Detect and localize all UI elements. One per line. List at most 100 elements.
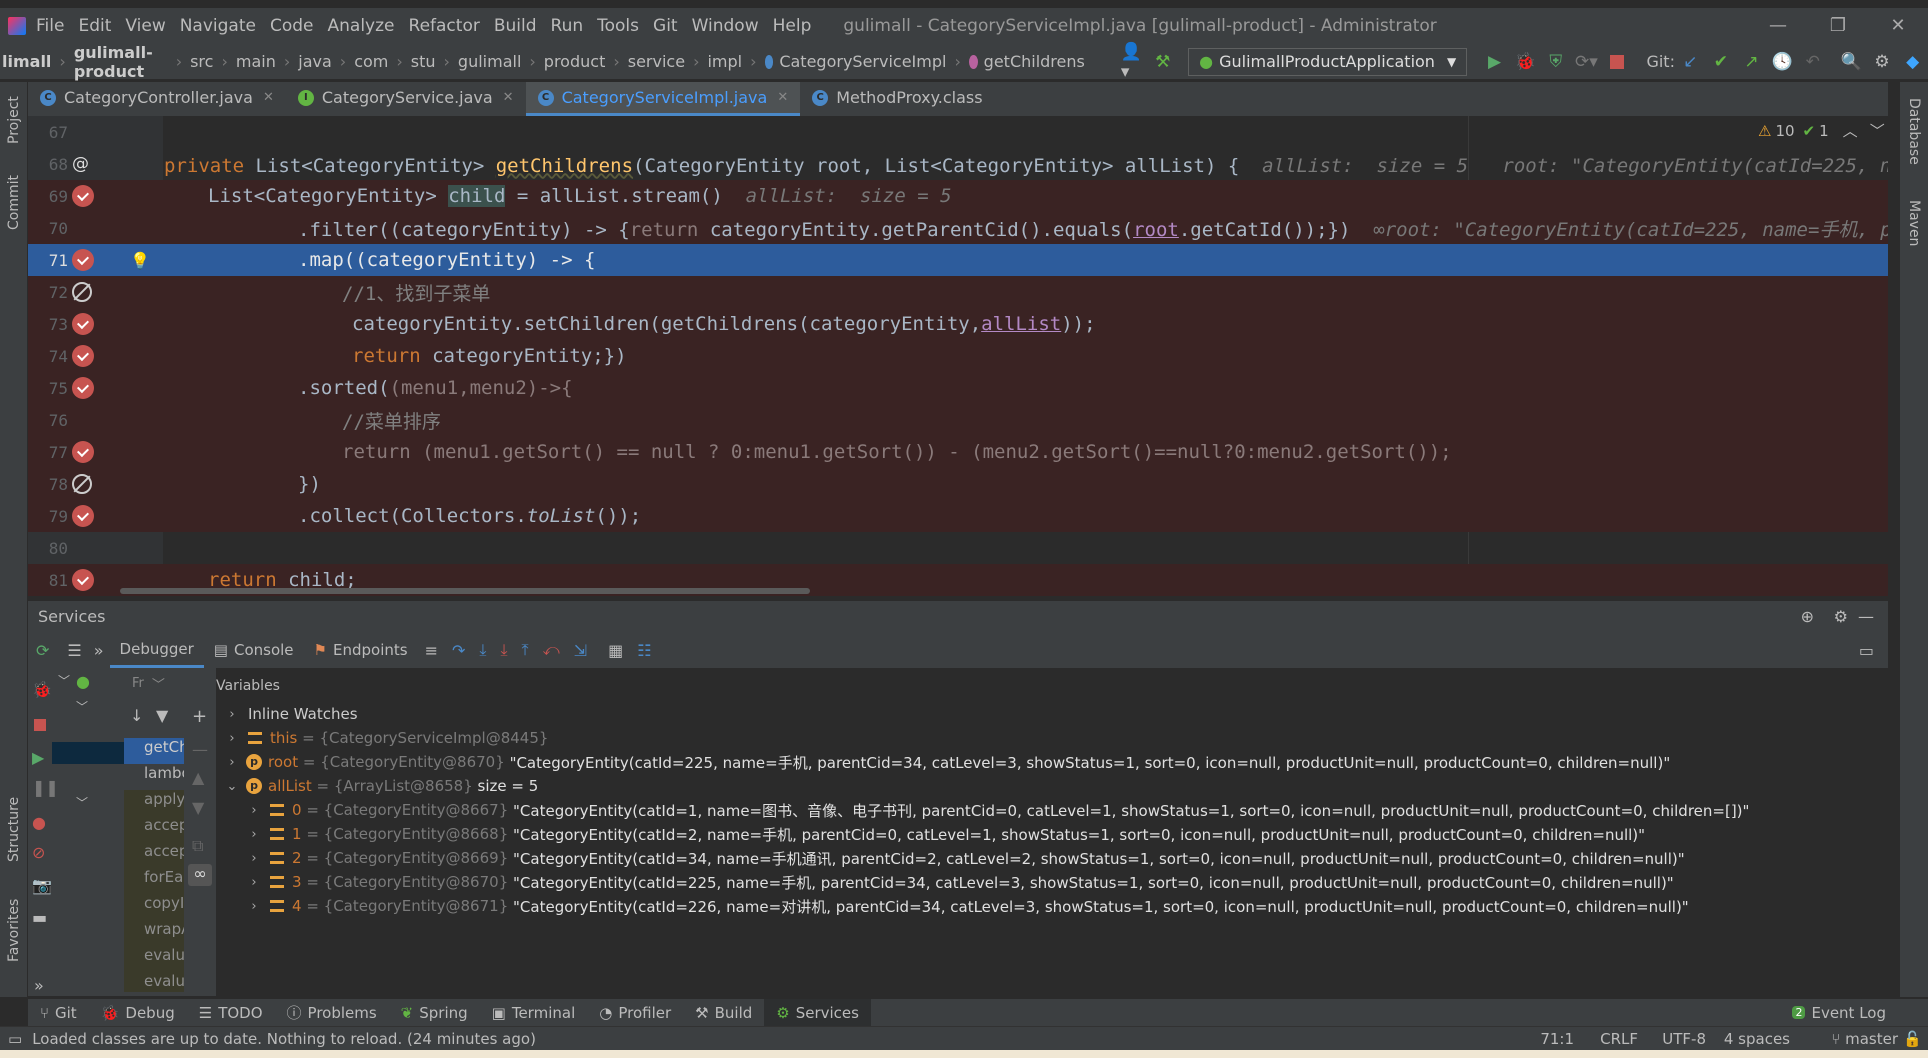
view-breakpoints-icon[interactable]: ● — [32, 813, 46, 832]
debug-run-icon[interactable]: 🐞 — [32, 680, 52, 699]
horizontal-scrollbar[interactable] — [120, 588, 810, 594]
lock-icon[interactable]: 🔓 — [1903, 1030, 1922, 1048]
breakpoint-icon[interactable] — [72, 345, 94, 367]
breakpoint-icon[interactable] — [72, 377, 94, 399]
pause-icon[interactable]: ❚❚ — [32, 778, 59, 797]
menu-window[interactable]: Window — [692, 16, 759, 36]
search-icon[interactable]: 🔍 — [1840, 50, 1863, 74]
project-tool-button[interactable]: Project — [6, 96, 22, 144]
indent-setting[interactable]: 4 spaces — [1724, 1030, 1790, 1048]
build-hammer-icon[interactable]: ⚒ — [1151, 50, 1174, 74]
tool-debug[interactable]: 🐞 Debug — [89, 1004, 187, 1022]
tab-debugger[interactable]: Debugger — [109, 632, 204, 668]
thread-selector[interactable]: Fr ﹀ — [132, 674, 165, 693]
breakpoint-icon[interactable] — [72, 185, 94, 207]
frame-item[interactable]: evalu — [124, 946, 184, 972]
tool-spring[interactable]: ❦ Spring — [389, 1004, 480, 1022]
breakpoint-icon[interactable] — [72, 249, 94, 271]
step-over-icon[interactable]: ↷ — [452, 641, 465, 660]
hide-icon[interactable]: — — [1858, 607, 1874, 626]
chevron-right-icon[interactable]: › — [224, 731, 240, 746]
tool-git[interactable]: ⑂ Git — [28, 1004, 89, 1022]
crumb-java[interactable]: java — [298, 52, 332, 71]
tool-build[interactable]: ⚒ Build — [683, 1004, 764, 1022]
menu-help[interactable]: Help — [773, 16, 812, 36]
breakpoint-icon[interactable] — [72, 505, 94, 527]
git-branch[interactable]: ⑂ master — [1831, 1030, 1898, 1048]
stop-icon[interactable] — [1606, 50, 1629, 74]
show-frames-icon[interactable]: ≡ — [425, 641, 438, 660]
layout-icon[interactable]: ▬ — [32, 908, 47, 927]
frame-item[interactable]: copyI — [124, 894, 184, 920]
tab-method-proxy[interactable]: C MethodProxy.class — [800, 82, 994, 116]
filter-icon[interactable]: ▼ — [156, 706, 168, 725]
tool-profiler[interactable]: ◔ Profiler — [587, 1004, 683, 1022]
run-icon[interactable]: ▶ — [1483, 50, 1506, 74]
resume-icon[interactable]: ▶ — [32, 748, 44, 767]
chevron-down-icon[interactable]: ﹀ — [58, 672, 70, 689]
line-separator[interactable]: CRLF — [1600, 1030, 1638, 1048]
tool-services[interactable]: ⚙ Services — [764, 998, 871, 1027]
database-tool-button[interactable]: Database — [1906, 98, 1922, 165]
close-icon[interactable]: ✕ — [503, 90, 514, 105]
menu-git[interactable]: Git — [653, 16, 678, 36]
menu-analyze[interactable]: Analyze — [328, 16, 395, 36]
arrow-down-icon[interactable]: ↓ — [130, 706, 143, 725]
menu-refactor[interactable]: Refactor — [409, 16, 480, 36]
minimize-icon[interactable]: — — [1748, 8, 1808, 44]
add-watch-icon[interactable]: + — [192, 706, 207, 727]
crumb-product[interactable]: product — [544, 52, 606, 71]
variable-allList[interactable]: ⌄ p allList = {ArrayList@8658} size = 5 — [224, 774, 539, 798]
disabled-breakpoint-icon[interactable] — [72, 474, 92, 494]
close-icon[interactable]: ✕ — [1868, 8, 1928, 44]
plugin-icon[interactable]: ◆ — [1901, 50, 1924, 74]
crumb-method[interactable]: getChildrens — [984, 52, 1085, 71]
maven-tool-button[interactable]: Maven — [1906, 200, 1922, 246]
crumb-class[interactable]: CategoryServiceImpl — [779, 52, 946, 71]
coverage-icon[interactable]: ⛨ — [1544, 50, 1567, 74]
run-to-cursor-icon[interactable]: ⇲ — [574, 641, 587, 660]
move-down-icon[interactable]: ▼ — [192, 798, 204, 817]
chevron-right-icon[interactable]: › — [224, 707, 240, 722]
run-configuration-select[interactable]: ● GulimallProductApplication ▼ — [1188, 47, 1468, 76]
copy-icon[interactable]: ⧉ — [192, 836, 203, 856]
chevron-right-icon[interactable]: › — [246, 875, 262, 890]
breakpoint-icon[interactable] — [72, 313, 94, 335]
menu-edit[interactable]: Edit — [78, 16, 111, 36]
inline-watches-node[interactable]: › Inline Watches — [224, 702, 357, 726]
evaluate-icon[interactable]: ▦ — [608, 641, 623, 660]
menu-view[interactable]: View — [125, 16, 165, 36]
crumb-service[interactable]: service — [628, 52, 685, 71]
more-icon[interactable]: » — [34, 976, 44, 995]
crumb-stu[interactable]: stu — [411, 52, 436, 71]
frame-item[interactable]: lambo — [124, 764, 184, 790]
watches-toggle-icon[interactable]: ∞ — [188, 864, 212, 886]
force-step-into-icon[interactable]: ⤓ — [500, 640, 507, 660]
caret-position[interactable]: 71:1 — [1540, 1030, 1574, 1048]
frame-item[interactable]: accep — [124, 842, 184, 868]
commit-tool-button[interactable]: Commit — [6, 175, 22, 230]
gear-icon[interactable]: ⚙ — [1871, 50, 1894, 74]
structure-tool-button[interactable]: Structure — [6, 797, 22, 862]
debug-icon[interactable]: 🐞 — [1514, 50, 1537, 74]
git-update-icon[interactable]: ↙ — [1679, 50, 1702, 74]
breakpoint-icon[interactable] — [72, 569, 94, 591]
trace-icon[interactable]: ☷ — [637, 641, 651, 660]
frame-item[interactable]: getCh — [124, 738, 184, 764]
chevron-right-icon[interactable]: › — [246, 803, 262, 818]
step-into-icon[interactable]: ⤓ — [479, 640, 486, 660]
collapse-all-icon[interactable]: ☰ — [67, 641, 81, 660]
tool-problems[interactable]: ⓘ Problems — [275, 1002, 389, 1023]
selected-tree-row[interactable] — [52, 742, 124, 764]
rerun-icon[interactable]: ⟳ — [36, 641, 49, 660]
tab-category-service-impl[interactable]: C CategoryServiceImpl.java ✕ — [525, 82, 801, 116]
chevron-down-icon[interactable]: ⌄ — [224, 779, 240, 794]
remove-watch-icon[interactable]: — — [192, 740, 208, 759]
drop-frame-icon[interactable]: ⤺ — [543, 640, 560, 660]
git-commit-icon[interactable]: ✔ — [1710, 50, 1733, 74]
list-element-0[interactable]: › 0 = {CategoryEntity@8667} "CategoryEnt… — [246, 798, 1749, 822]
override-at-icon[interactable]: @ — [72, 154, 89, 174]
rollback-icon[interactable]: ↶ — [1801, 50, 1824, 74]
list-element-2[interactable]: › 2 = {CategoryEntity@8669} "CategoryEnt… — [246, 846, 1684, 870]
file-encoding[interactable]: UTF-8 — [1662, 1030, 1706, 1048]
